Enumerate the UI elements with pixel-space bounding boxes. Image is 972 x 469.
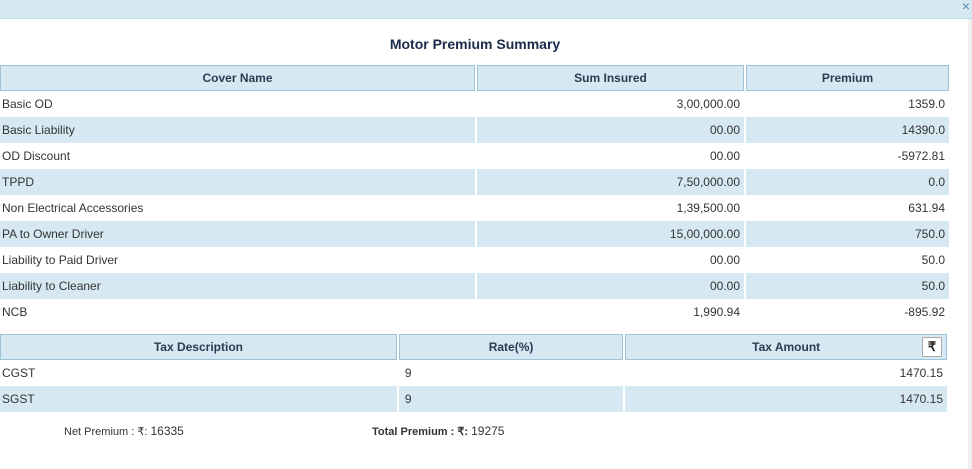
dialog-title: Motor Premium Summary (389, 36, 561, 52)
sum-insured: 3,00,000.00 (676, 97, 740, 111)
tax-rate: 9 (398, 386, 624, 412)
total-premium-label: Total Premium : ₹: (372, 426, 472, 438)
sum-insured: 15,00,000.00 (477, 221, 744, 247)
sum-insured: 00.00 (709, 149, 740, 163)
premium: 14390.0 (746, 117, 949, 143)
premium: -895.92 (904, 305, 945, 319)
tax-rate: 9 (404, 366, 412, 380)
scrollbar[interactable] (968, 19, 972, 469)
table-row: Liability to Paid Driver 00.00 50.0 (0, 247, 949, 273)
premium: 750.0 (746, 221, 949, 247)
col-header-cover-name[interactable]: Cover Name (0, 65, 475, 91)
total-premium: Total Premium : ₹: 19275 (372, 424, 504, 438)
premium: -5972.81 (897, 149, 945, 163)
table-row: OD Discount 00.00 -5972.81 (0, 143, 949, 169)
premium: 631.94 (908, 201, 945, 215)
cover-name: Basic Liability (0, 117, 475, 143)
col-header-rate[interactable]: Rate(%) (398, 334, 624, 360)
col-header-tax-amount[interactable]: Tax Amount ₹ (625, 334, 947, 360)
net-premium-label: Net Premium : ₹: (64, 426, 151, 438)
cover-name: Liability to Cleaner (0, 273, 475, 299)
table-row: Non Electrical Accessories 1,39,500.00 6… (0, 195, 949, 221)
close-icon[interactable]: × (962, 0, 970, 15)
sum-insured: 00.00 (477, 273, 744, 299)
premium: 50.0 (746, 273, 949, 299)
sum-insured: 1,990.94 (693, 305, 740, 319)
sum-insured: 00.00 (477, 117, 744, 143)
cover-name: NCB (2, 305, 28, 319)
col-header-tax-description[interactable]: Tax Description (0, 334, 397, 360)
table-row: Basic OD 3,00,000.00 1359.0 (0, 91, 949, 117)
tax-table: Tax Description Rate(%) Tax Amount ₹ CGS… (0, 334, 949, 412)
premium: 50.0 (921, 253, 945, 267)
cover-name: OD Discount (2, 149, 71, 163)
table-row: PA to Owner Driver 15,00,000.00 750.0 (0, 221, 949, 247)
tax-description: SGST (0, 386, 397, 412)
total-premium-value: 19275 (471, 424, 505, 438)
tax-description: CGST (2, 366, 36, 380)
net-premium-value: 16335 (150, 424, 184, 438)
table-row: TPPD 7,50,000.00 0.0 (0, 169, 949, 195)
cover-name: PA to Owner Driver (0, 221, 475, 247)
sum-insured: 1,39,500.00 (676, 201, 740, 215)
cover-name: TPPD (0, 169, 475, 195)
dialog-titlebar: × (0, 0, 972, 19)
table-row: SGST 9 1470.15 (0, 386, 947, 412)
table-row: CGST 9 1470.15 (0, 360, 947, 386)
table-row: NCB 1,990.94 -895.92 (0, 299, 949, 325)
cover-name: Non Electrical Accessories (2, 201, 144, 215)
table-row: Liability to Cleaner 00.00 50.0 (0, 273, 949, 299)
net-premium: Net Premium : ₹: 16335 (64, 424, 184, 438)
cover-name: Basic OD (2, 97, 53, 111)
sum-insured: 7,50,000.00 (477, 169, 744, 195)
sum-insured: 00.00 (709, 253, 740, 267)
premium: 1359.0 (908, 97, 945, 111)
cover-table: Cover Name Sum Insured Premium Basic OD … (0, 65, 951, 325)
rupee-icon[interactable]: ₹ (922, 337, 942, 357)
tax-amount: 1470.15 (625, 386, 947, 412)
premium: 0.0 (746, 169, 949, 195)
tax-amount: 1470.15 (899, 366, 943, 380)
col-header-sum-insured[interactable]: Sum Insured (477, 65, 744, 91)
cover-name: Liability to Paid Driver (2, 253, 119, 267)
table-row: Basic Liability 00.00 14390.0 (0, 117, 949, 143)
col-header-premium[interactable]: Premium (746, 65, 949, 91)
tax-amount-label: Tax Amount (752, 340, 821, 354)
